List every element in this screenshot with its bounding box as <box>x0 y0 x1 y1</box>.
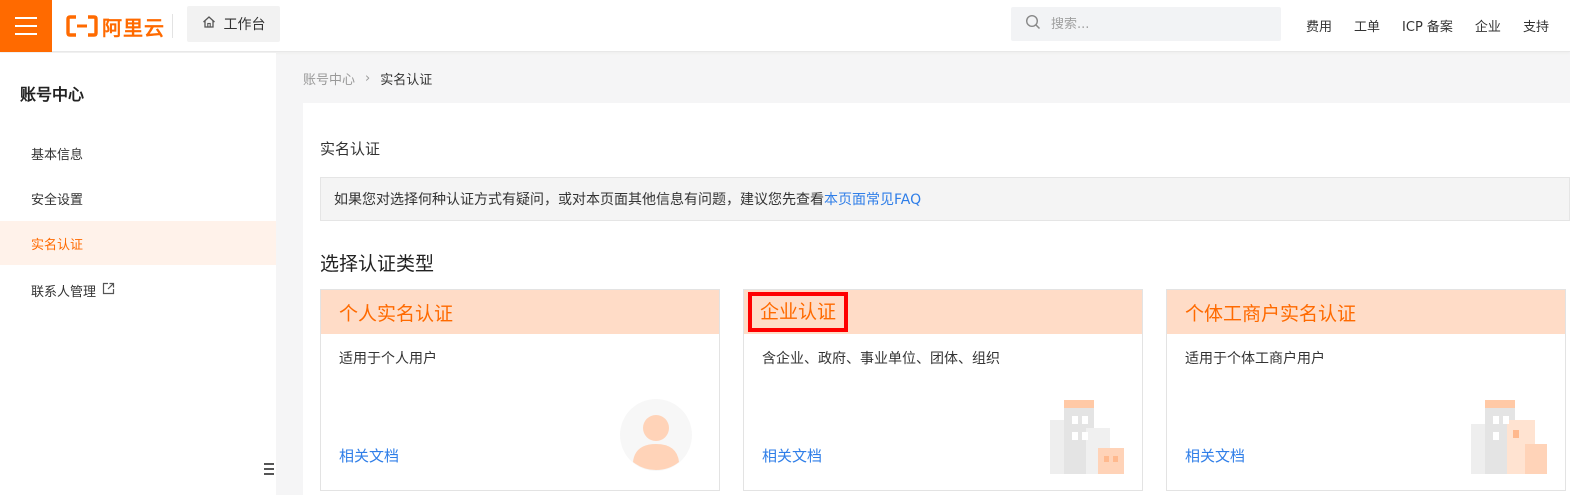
nav-tickets[interactable]: 工单 <box>1354 16 1380 35</box>
search-input[interactable] <box>1051 16 1251 32</box>
related-docs-link[interactable]: 相关文档 <box>762 445 822 466</box>
sidebar-title: 账号中心 <box>20 85 85 104</box>
breadcrumb-current: 实名认证 <box>380 73 433 88</box>
workbench-button[interactable]: 工作台 <box>187 6 280 42</box>
main-panel: 实名认证 如果您对选择何种认证方式有疑问，或对本页面其他信息有问题，建议您先查看… <box>303 103 1570 495</box>
sidebar-item-contacts[interactable]: 联系人管理 <box>0 268 276 312</box>
breadcrumb: 账号中心 › 实名认证 <box>303 69 432 88</box>
top-nav: 费用 工单 ICP 备案 企业 支持 <box>1306 16 1549 35</box>
card-description: 适用于个人用户 <box>339 351 437 367</box>
card-title: 个人实名认证 <box>339 302 454 325</box>
logo-text: 阿里云 <box>102 15 165 40</box>
related-docs-link[interactable]: 相关文档 <box>1185 445 1245 466</box>
card-header: 个体工商户实名认证 <box>1167 290 1565 334</box>
card-header: 个人实名认证 <box>321 290 719 334</box>
nav-support[interactable]: 支持 <box>1523 16 1549 35</box>
card-individual-business-verification[interactable]: 个体工商户实名认证 适用于个体工商户用户 相关文档 <box>1166 289 1566 491</box>
sidebar-item-label: 基本信息 <box>31 147 84 163</box>
search-icon <box>1025 14 1041 34</box>
home-icon <box>202 15 216 33</box>
nav-fees[interactable]: 费用 <box>1306 16 1332 35</box>
card-description: 含企业、政府、事业单位、团体、组织 <box>762 351 1000 367</box>
related-docs-link[interactable]: 相关文档 <box>339 445 399 466</box>
sidebar-item-real-name[interactable]: 实名认证 <box>0 221 276 265</box>
workbench-label: 工作台 <box>223 17 266 33</box>
sidebar-item-label: 实名认证 <box>31 237 84 253</box>
sidebar-item-label: 安全设置 <box>31 192 84 208</box>
notice-bar: 如果您对选择何种认证方式有疑问，或对本页面其他信息有问题，建议您先查看 本页面常见… <box>320 177 1570 221</box>
card-title: 个体工商户实名认证 <box>1185 302 1357 325</box>
divider <box>172 14 173 38</box>
card-description: 适用于个体工商户用户 <box>1185 351 1325 367</box>
section-title: 选择认证类型 <box>320 253 435 275</box>
building-icon <box>1042 390 1128 478</box>
card-title: 企业认证 <box>748 292 849 332</box>
hamburger-menu-icon[interactable] <box>0 0 52 52</box>
faq-link[interactable]: 本页面常见FAQ <box>824 189 921 209</box>
page-title: 实名认证 <box>320 140 381 158</box>
shop-building-icon <box>1465 390 1551 478</box>
top-bar: 阿里云 工作台 费用 工单 ICP 备案 企业 支持 <box>0 0 1570 52</box>
breadcrumb-separator: › <box>365 71 371 86</box>
notice-text: 如果您对选择何种认证方式有疑问，或对本页面其他信息有问题，建议您先查看 <box>334 192 824 208</box>
external-link-icon <box>102 282 115 299</box>
sidebar: 账号中心 基本信息 安全设置 实名认证 联系人管理 <box>0 53 276 495</box>
breadcrumb-root[interactable]: 账号中心 <box>303 69 355 88</box>
nav-enterprise[interactable]: 企业 <box>1475 16 1501 35</box>
card-header: 企业认证 <box>744 290 1142 334</box>
sidebar-item-label: 联系人管理 <box>31 284 97 300</box>
card-enterprise-verification[interactable]: 企业认证 含企业、政府、事业单位、团体、组织 相关文档 <box>743 289 1143 491</box>
sidebar-item-basic-info[interactable]: 基本信息 <box>0 131 276 175</box>
card-personal-verification[interactable]: 个人实名认证 适用于个人用户 相关文档 <box>320 289 720 491</box>
collapse-sidebar-icon[interactable] <box>258 454 276 484</box>
sidebar-item-security[interactable]: 安全设置 <box>0 176 276 220</box>
search-box[interactable] <box>1011 7 1281 41</box>
aliyun-logo-mark-icon <box>66 15 98 37</box>
aliyun-logo[interactable]: 阿里云 <box>66 12 165 40</box>
nav-icp-filing[interactable]: ICP 备案 <box>1402 16 1453 35</box>
person-avatar-icon <box>619 398 693 476</box>
